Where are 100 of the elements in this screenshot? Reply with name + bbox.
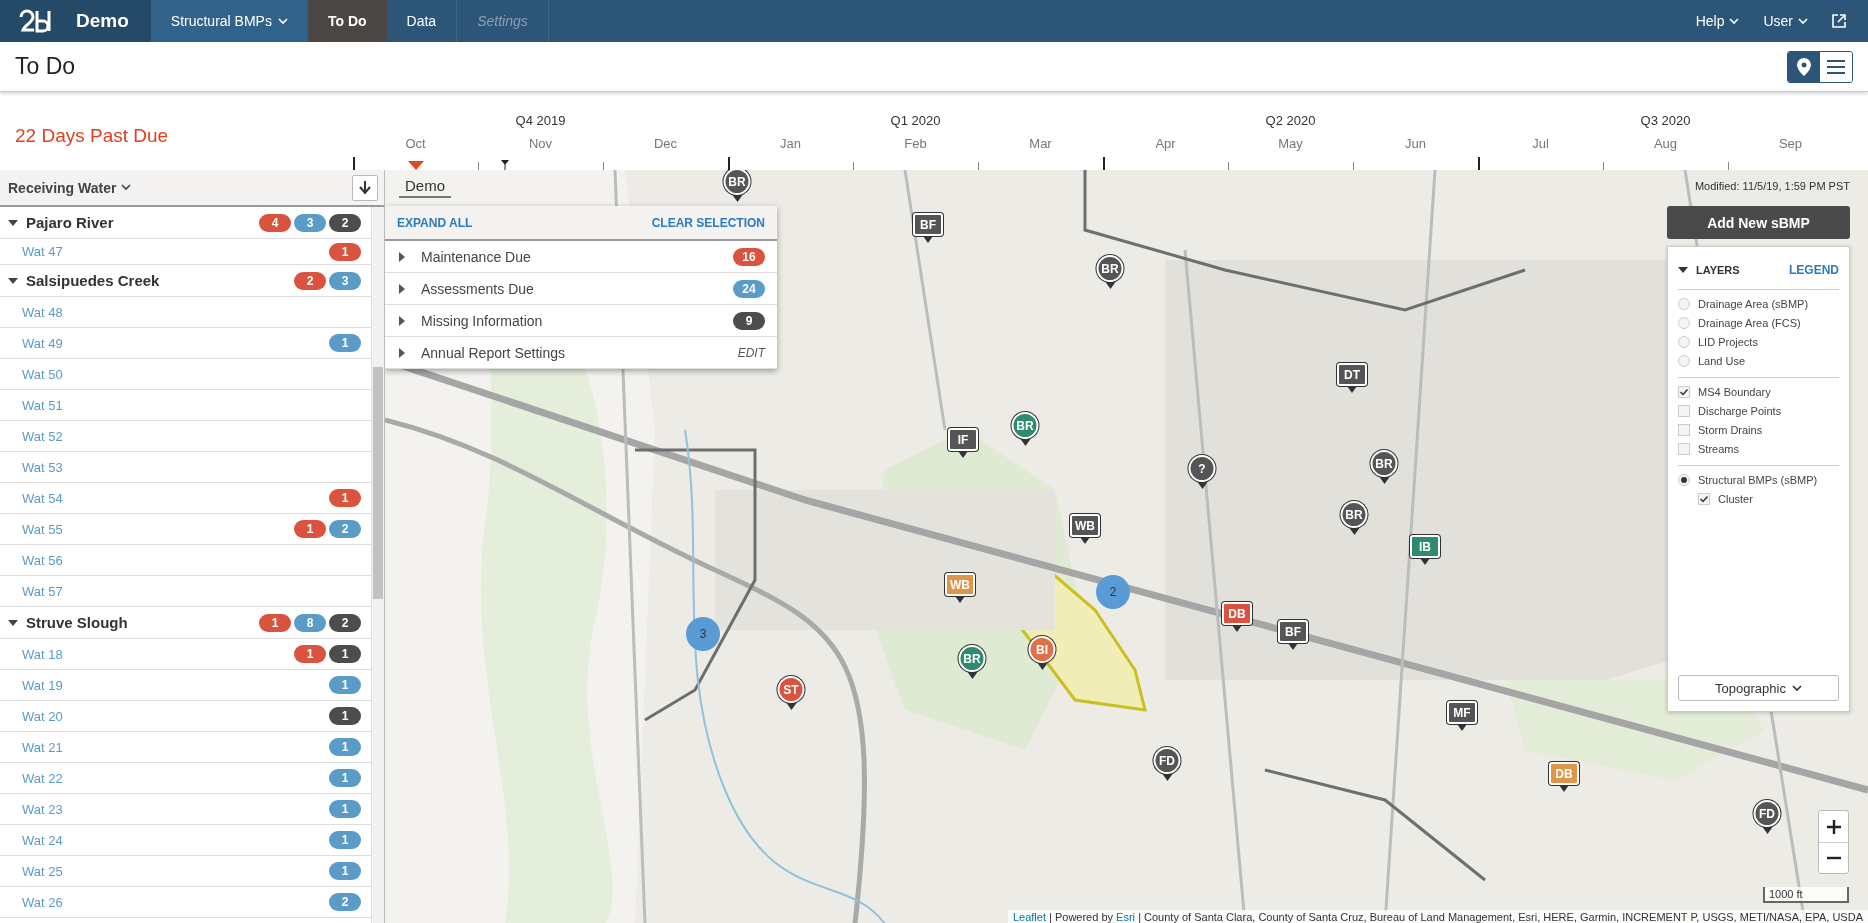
month-label[interactable]: Aug (1653, 136, 1678, 151)
item-link[interactable]: Wat 53 (22, 459, 361, 475)
modified-timestamp: Modified: 11/5/19, 1:59 PM PST (1693, 180, 1850, 192)
map-marker[interactable]: DT (1337, 363, 1367, 386)
quarter-label: Q3 2020 (1640, 113, 1691, 128)
edit-link[interactable]: EDIT (737, 345, 765, 360)
layer-option[interactable]: Streams (1678, 443, 1839, 455)
layer-label: Structural BMPs (sBMP) (1698, 474, 1818, 486)
page-title: To Do (15, 53, 77, 80)
map-marker[interactable]: WB (1070, 514, 1100, 537)
group-row[interactable]: Struve Slough 1 8 2 (0, 607, 371, 639)
layer-label: Discharge Points (1698, 405, 1782, 417)
item-link[interactable]: Wat 20 (22, 708, 329, 724)
group-name: Salsipuedes Creek (26, 272, 161, 289)
map-marker[interactable]: DB (1222, 602, 1252, 625)
layer-option[interactable]: Drainage Area (sBMP) (1678, 298, 1839, 310)
count-badge: 2 (294, 271, 326, 290)
layer-option[interactable]: Storm Drains (1678, 424, 1839, 436)
layer-label: LID Projects (1698, 336, 1758, 348)
layer-option[interactable]: Structural BMPs (sBMP) (1678, 474, 1839, 486)
nav-tab[interactable]: Structural BMPs (150, 0, 308, 42)
layer-option[interactable]: MS4 Boundary (1678, 386, 1839, 398)
count-badge: 2 (329, 893, 361, 911)
month-label[interactable]: Mar (1029, 136, 1052, 151)
item-link[interactable]: Wat 57 (22, 583, 361, 599)
item-link[interactable]: Wat 21 (22, 739, 329, 755)
count-badge: 1 (329, 489, 361, 507)
todo-category[interactable]: Annual Report Settings (421, 344, 724, 361)
map-marker[interactable]: IB (1410, 535, 1440, 558)
app-name[interactable]: Demo (70, 0, 151, 42)
item-link[interactable]: Wat 56 (22, 552, 361, 568)
todo-category[interactable]: Missing Information (421, 312, 719, 329)
past-due-label: 22 Days Past Due (15, 125, 169, 146)
item-link[interactable]: Wat 55 (22, 521, 294, 537)
item-link[interactable]: Wat 52 (22, 428, 361, 444)
layer-option[interactable]: Discharge Points (1678, 405, 1839, 417)
layer-option[interactable]: Land Use (1678, 355, 1839, 367)
layer-label: MS4 Boundary (1698, 386, 1771, 398)
map-marker[interactable]: DB (1549, 762, 1579, 785)
map-marker[interactable]: BF (1278, 620, 1308, 643)
item-link[interactable]: Wat 22 (22, 770, 329, 786)
map-layer-label[interactable]: Demo (399, 176, 451, 198)
month-label[interactable]: Dec (653, 136, 678, 151)
layer-option[interactable]: Drainage Area (FCS) (1678, 317, 1839, 329)
item-link[interactable]: Wat 25 (22, 863, 329, 879)
legend-link[interactable]: LEGEND (1789, 263, 1839, 277)
menu-button[interactable]: User (1751, 0, 1820, 42)
month-label[interactable]: Apr (1155, 136, 1176, 151)
item-link[interactable]: Wat 26 (22, 894, 329, 910)
month-label[interactable]: Jul (1532, 136, 1549, 151)
month-label[interactable]: Jan (780, 136, 801, 151)
count-badge: 2 (329, 613, 361, 632)
basemap-dropdown[interactable]: Topographic (1678, 675, 1839, 701)
attribution-link[interactable]: Leaflet (1012, 911, 1046, 923)
month-label[interactable]: Oct (405, 136, 426, 151)
item-link[interactable]: Wat 18 (22, 646, 294, 662)
layers-title: LAYERS (1696, 264, 1741, 276)
month-label[interactable]: May (1278, 136, 1303, 151)
count-badge: 2 (329, 213, 361, 232)
attribution-text: Leaflet | Powered by Esri | County of Santa Clara, County of Santa Cruz, Bureau of Land Management, Esri, HERE, Garmin, INCREMENT P, USGS, METI/NASA, EPA, USDA (1007, 910, 1868, 923)
group-row[interactable]: Pajaro River 4 3 2 (0, 207, 371, 239)
item-link[interactable]: Wat 51 (22, 397, 361, 413)
layer-label: Streams (1698, 443, 1739, 455)
layer-option[interactable]: LID Projects (1678, 336, 1839, 348)
menu-button[interactable]: Help (1683, 0, 1752, 42)
count-badge: 24 (733, 279, 765, 298)
map-marker[interactable]: IF (948, 428, 978, 451)
count-badge: 9 (733, 311, 765, 330)
map-marker[interactable]: BF (913, 213, 943, 236)
attribution-link[interactable]: Esri (1116, 911, 1136, 923)
nav-tab[interactable]: To Do (307, 0, 387, 42)
item-link[interactable]: Wat 54 (22, 490, 329, 506)
count-badge: 1 (329, 831, 361, 849)
add-new-button[interactable]: Add New sBMP (1667, 206, 1850, 239)
month-label[interactable]: Nov (528, 136, 553, 151)
month-label[interactable]: Sep (1778, 136, 1803, 151)
layer-label: Land Use (1698, 355, 1746, 367)
item-link[interactable]: Wat 50 (22, 366, 361, 382)
map-marker[interactable]: WB (945, 573, 975, 596)
map-marker[interactable]: MF (1447, 701, 1477, 724)
item-link[interactable]: Wat 47 (22, 244, 329, 259)
expand-all-link[interactable]: EXPAND ALL (397, 215, 473, 230)
item-link[interactable]: Wat 19 (22, 677, 329, 693)
month-label[interactable]: Jun (1405, 136, 1426, 151)
todo-category[interactable]: Assessments Due (421, 280, 719, 297)
group-row[interactable]: Salsipuedes Creek 2 3 (0, 265, 371, 297)
month-label[interactable]: Feb (904, 136, 927, 151)
layer-option[interactable]: Cluster (1698, 493, 1839, 505)
count-badge: 8 (294, 613, 326, 632)
nav-tab[interactable]: Data (386, 0, 457, 42)
item-link[interactable]: Wat 24 (22, 832, 329, 848)
todo-category[interactable]: Maintenance Due (421, 248, 719, 265)
layer-label: Storm Drains (1698, 424, 1763, 436)
item-link[interactable]: Wat 48 (22, 304, 361, 320)
count-badge: 3 (329, 271, 361, 290)
item-link[interactable]: Wat 23 (22, 801, 329, 817)
scale-bar: 1000 ft (1763, 887, 1849, 903)
item-link[interactable]: Wat 49 (22, 335, 329, 351)
clear-selection-link[interactable]: CLEAR SELECTION (651, 215, 765, 230)
count-badge: 2 (329, 520, 361, 538)
